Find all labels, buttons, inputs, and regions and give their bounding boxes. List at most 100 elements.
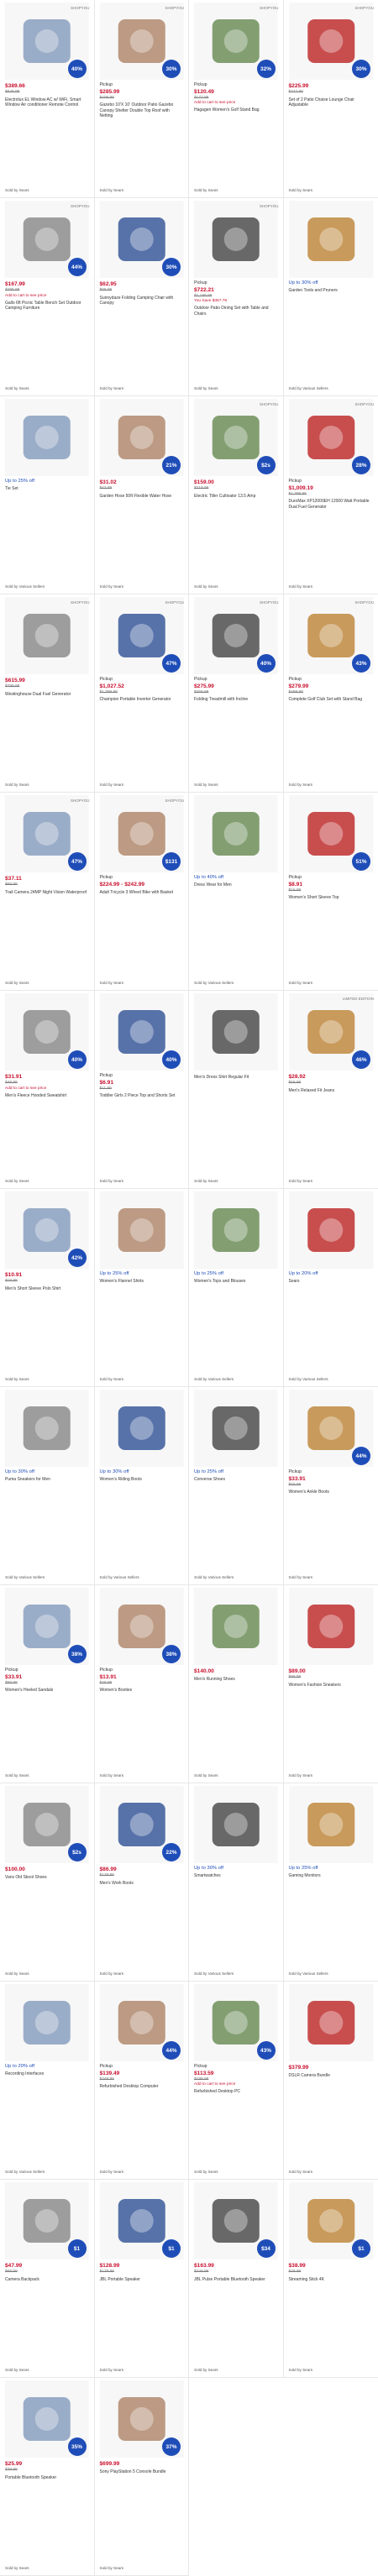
window-air-conditioner-image[interactable]: 40% bbox=[4, 3, 90, 80]
product-card[interactable]: 38%Pickup$33.91$59.99Women's Heeled Sand… bbox=[0, 1585, 95, 1783]
picnic-table-image[interactable]: 44% bbox=[4, 201, 90, 278]
product-title[interactable]: Complete Golf Club Set with Stand Bag bbox=[289, 697, 374, 702]
product-card[interactable]: Up to 20% offSearsSold by Various Seller… bbox=[284, 1189, 378, 1387]
product-card[interactable]: 28%SHOPYOUPickup$1,009.19$1,399.99DuroMa… bbox=[284, 396, 378, 594]
product-title[interactable]: Garden Tools and Pruners bbox=[289, 288, 374, 293]
product-card[interactable]: $1$38.99$49.99Streaming Stick 4KSold by … bbox=[284, 2180, 378, 2378]
product-title[interactable]: Women's Tops and Blouses bbox=[194, 1279, 278, 1284]
green-sneaker-image[interactable] bbox=[4, 1390, 90, 1467]
product-title[interactable]: Converse Shoes bbox=[194, 1477, 278, 1482]
product-card[interactable]: 47%SHOPYOU$37.11$69.99Trail Camera 24MP … bbox=[0, 793, 95, 991]
product-title[interactable]: Sunnydaze Folding Camping Chair with Can… bbox=[100, 296, 184, 306]
product-title[interactable]: Champion Portable Inverter Generator bbox=[100, 697, 184, 702]
product-card[interactable]: Up to 30% offGarden Tools and PrunersSol… bbox=[284, 198, 378, 396]
product-card[interactable]: Men's Dress Shirt Regular FitSold by Sea… bbox=[189, 991, 284, 1189]
smartwatch-image[interactable] bbox=[193, 1786, 279, 1863]
product-title[interactable]: Vans Old Skool Shoes bbox=[5, 1875, 89, 1880]
white-sneaker-image[interactable] bbox=[193, 1588, 279, 1665]
product-card[interactable]: 40%$31.91$49.99Add to cart to see priceM… bbox=[0, 991, 95, 1189]
audio-interface-image[interactable] bbox=[4, 1984, 90, 2061]
product-card[interactable]: $1$128.99$179.99JBL Portable SpeakerSold… bbox=[95, 2180, 190, 2378]
product-title[interactable]: DSLR Camera Bundle bbox=[289, 2073, 374, 2078]
green-generator-image[interactable]: 47% bbox=[99, 597, 185, 674]
product-title[interactable]: Women's Fashion Sneakers bbox=[289, 1683, 374, 1688]
brown-bootie-image[interactable]: 38% bbox=[99, 1588, 185, 1665]
product-card[interactable]: 32%SHOPYOUPickup$120.49$177.99Add to car… bbox=[189, 0, 284, 198]
product-card[interactable]: 40%SHOPYOUPickup$275.99$459.99Folding Tr… bbox=[189, 594, 284, 793]
product-title[interactable]: Women's Booties bbox=[100, 1688, 184, 1693]
product-card[interactable]: Up to 25% offWomen's Flannel ShirtsSold … bbox=[95, 1189, 190, 1387]
product-title[interactable]: Recording Interfaces bbox=[5, 2071, 89, 2076]
product-card[interactable]: Up to 25% offGaming MonitorsSold by Vari… bbox=[284, 1783, 378, 1982]
console-bundle-image[interactable]: 37% bbox=[99, 2380, 185, 2458]
product-card[interactable]: 46%LIMITED EDITION$28.92$59.99Men's Rela… bbox=[284, 991, 378, 1189]
product-card[interactable]: $2s$100.00Vans Old Skool ShoesSold by Se… bbox=[0, 1783, 95, 1982]
product-title[interactable]: Toddler Girls 2 Piece Top and Shorts Set bbox=[100, 1093, 184, 1098]
red-speaker-image[interactable]: 35% bbox=[4, 2380, 90, 2458]
product-card[interactable]: 38%Pickup$13.91$29.99Women's BootiesSold… bbox=[95, 1585, 190, 1783]
desktop-tower-image[interactable]: 44% bbox=[99, 1984, 185, 2061]
product-title[interactable]: Refurbished Desktop Computer bbox=[100, 2084, 184, 2089]
mens-suit-image[interactable] bbox=[193, 795, 279, 872]
product-title[interactable]: Set of 2 Patio Chaise Lounge Chair Adjus… bbox=[289, 97, 374, 108]
camera-backpack-image[interactable]: $1 bbox=[4, 2182, 90, 2259]
patio-dining-set-image[interactable] bbox=[193, 201, 279, 278]
product-card[interactable]: 30%SHOPYOU$225.99$322.99Set of 2 Patio C… bbox=[284, 0, 378, 198]
product-title[interactable]: Men's Fleece Hooded Sweatshirt bbox=[5, 1093, 89, 1098]
product-title[interactable]: Gazebo 10'X 10' Outdoor Patio Gazebo Can… bbox=[100, 102, 184, 118]
tan-sneaker-image[interactable] bbox=[288, 1588, 375, 1665]
product-card[interactable]: Up to 25% offConverse ShoesSold by Vario… bbox=[189, 1387, 284, 1585]
dress-shirt-image[interactable] bbox=[193, 993, 279, 1071]
garden-hose-image[interactable]: 21% bbox=[99, 399, 185, 476]
product-title[interactable]: Gallo 6ft Picnic Table Bench Set Outdoor… bbox=[5, 301, 89, 312]
work-boot-image[interactable]: 22% bbox=[99, 1786, 185, 1863]
product-title[interactable]: Electric Tiller Cultivator 13.5 Amp bbox=[194, 494, 278, 499]
blue-generator-image[interactable] bbox=[4, 597, 90, 674]
black-sneaker-image[interactable]: $2s bbox=[4, 1786, 90, 1863]
product-title[interactable]: Women's Flannel Shirts bbox=[100, 1279, 184, 1284]
product-card[interactable]: SHOPYOUPickup$722.21$1,189.99You Save $4… bbox=[189, 198, 284, 396]
product-card[interactable]: 44%SHOPYOU$167.99$299.99Add to cart to s… bbox=[0, 198, 95, 396]
product-card[interactable]: 30%$62.95$89.99Sunnydaze Folding Camping… bbox=[95, 198, 190, 396]
product-card[interactable]: Up to 25% offWomen's Tops and BlousesSol… bbox=[189, 1189, 284, 1387]
product-title[interactable]: Outdoor Patio Dining Set with Table and … bbox=[194, 306, 278, 317]
gazebo-image[interactable]: 30% bbox=[99, 3, 185, 80]
product-card[interactable]: 43%SHOPYOUPickup$279.99$489.99Complete G… bbox=[284, 594, 378, 793]
riding-boot-image[interactable] bbox=[99, 1390, 185, 1467]
product-title[interactable]: Sears bbox=[289, 1279, 374, 1284]
product-title[interactable]: DuroMax XP12000EH 12000 Watt Portable Du… bbox=[289, 499, 374, 510]
product-title[interactable]: Men's Short Sleeve Polo Shirt bbox=[5, 1286, 89, 1291]
high-top-sneaker-image[interactable] bbox=[193, 1390, 279, 1467]
product-title[interactable]: Trail Camera 24MP Night Vision Waterproo… bbox=[5, 890, 89, 895]
dark-jeans-image[interactable]: 46% bbox=[288, 993, 375, 1071]
product-title[interactable]: Women's Ankle Boots bbox=[289, 1490, 374, 1495]
product-card[interactable]: 51%Pickup$8.91$16.99Women's Short Sleeve… bbox=[284, 793, 378, 991]
product-title[interactable]: Portable Bluetooth Speaker bbox=[5, 2475, 89, 2480]
pruning-shears-image[interactable] bbox=[288, 201, 375, 278]
product-title[interactable]: Women's Short Sleeve Top bbox=[289, 895, 374, 900]
product-card[interactable]: 37%$699.99Sony PlayStation 5 Console Bun… bbox=[95, 2378, 190, 2576]
product-card[interactable]: $89.00$99.99Women's Fashion SneakersSold… bbox=[284, 1585, 378, 1783]
product-title[interactable]: Refurbished Desktop PC bbox=[194, 2089, 278, 2094]
red-hoodie-image[interactable]: 40% bbox=[4, 993, 90, 1071]
product-card[interactable]: $140.00Men's Running ShoesSold by Sears bbox=[189, 1585, 284, 1783]
gaming-monitor-image[interactable] bbox=[288, 1786, 375, 1863]
product-title[interactable]: Sony PlayStation 5 Console Bundle bbox=[100, 2469, 184, 2474]
sears-placeholder-image[interactable] bbox=[288, 1191, 375, 1269]
product-title[interactable]: Camera Backpack bbox=[5, 2277, 89, 2282]
womens-blouse-image[interactable]: 51% bbox=[288, 795, 375, 872]
product-title[interactable]: Smartwatches bbox=[194, 1873, 278, 1878]
product-card[interactable]: 22%$86.99$129.99Men's Work BootsSold by … bbox=[95, 1783, 190, 1982]
product-title[interactable]: Men's Dress Shirt Regular Fit bbox=[194, 1075, 278, 1080]
product-title[interactable]: Garden Hose 50ft Flexible Water Hose bbox=[100, 494, 184, 499]
product-title[interactable]: Electrolux EL Window AC w/ WiFi, Smart W… bbox=[5, 97, 89, 108]
product-card[interactable]: 43%Pickup$113.59$199.99Add to cart to se… bbox=[189, 1982, 284, 2180]
product-card[interactable]: Up to 40% offDress Wear for MenSold by V… bbox=[189, 793, 284, 991]
hedge-trimmer-image[interactable] bbox=[4, 399, 90, 476]
pulse-speaker-image[interactable]: $34 bbox=[193, 2182, 279, 2259]
product-card[interactable]: 44%Pickup$139.49$249.99Refurbished Deskt… bbox=[95, 1982, 190, 2180]
product-title[interactable]: JBL Pulse Portable Bluetooth Speaker bbox=[194, 2277, 278, 2282]
product-title[interactable]: Westinghouse Dual Fuel Generator bbox=[5, 692, 89, 697]
product-title[interactable]: Tie Set bbox=[5, 486, 89, 491]
tiller-cultivator-image[interactable]: $2s bbox=[193, 399, 279, 476]
